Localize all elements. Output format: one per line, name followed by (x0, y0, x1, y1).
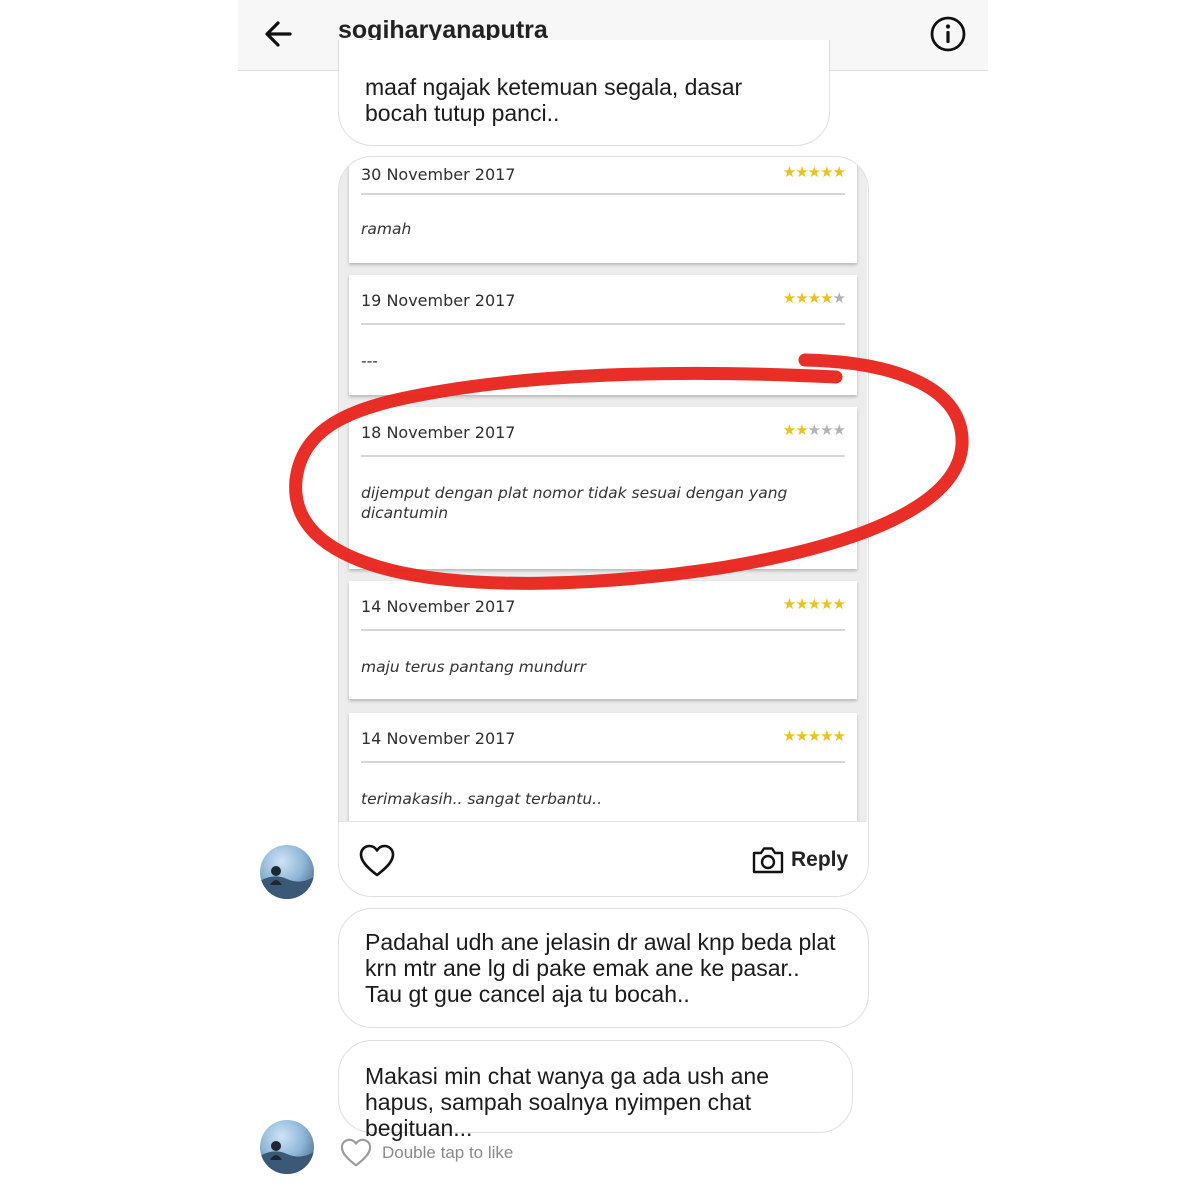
shared-screenshot-message[interactable]: 30 November 2017 ★★★★★ ramah 19 November 20… (338, 156, 869, 897)
star-filled-icon: ★ (782, 289, 796, 307)
star-filled-icon: ★ (820, 289, 833, 307)
review-card: 14 November 2017 ★★★★★ maju terus pantang … (349, 581, 857, 699)
review-date: 19 November 2017 (361, 291, 516, 310)
shared-message-footer: Reply (339, 821, 867, 896)
message-text: maaf ngajak ketemuan segala, dasar bocah… (365, 74, 743, 126)
message-bubble-cutoff[interactable]: maaf ngajak ketemuan segala, dasar bocah… (338, 40, 830, 146)
star-filled-icon: ★ (820, 595, 833, 613)
review-date: 14 November 2017 (361, 597, 516, 616)
star-filled-icon: ★ (795, 727, 808, 745)
direct-message-screen: sogiharyanaputra maaf ngajak ketemuan se… (238, 0, 988, 1200)
review-screenshot: 30 November 2017 ★★★★★ ramah 19 November 20… (339, 157, 867, 821)
star-empty-icon: ★ (832, 421, 846, 439)
reply-button[interactable]: Reply (751, 842, 848, 878)
star-filled-icon: ★ (820, 727, 833, 745)
heart-outline-icon (359, 844, 395, 877)
message-bubble[interactable]: Padahal udh ane jelasin dr awal knp beda… (338, 908, 869, 1028)
review-divider (361, 455, 845, 457)
star-filled-icon: ★ (832, 595, 846, 613)
info-button[interactable] (928, 14, 968, 54)
review-text: ramah (361, 220, 412, 238)
avatar[interactable] (260, 1120, 314, 1174)
star-filled-icon: ★ (832, 163, 846, 181)
avatar[interactable] (260, 845, 314, 899)
avatar-photo (260, 1141, 314, 1174)
star-filled-icon: ★ (807, 163, 821, 181)
star-filled-icon: ★ (795, 421, 808, 439)
star-filled-icon: ★ (782, 163, 796, 181)
star-filled-icon: ★ (832, 727, 846, 745)
review-date: 18 November 2017 (361, 423, 516, 442)
review-text: maju terus pantang mundurr (361, 658, 586, 676)
heart-outline-icon (340, 1138, 372, 1167)
review-card: 18 November 2017 ★★★★★ dijemput dengan pla… (349, 407, 857, 569)
camera-icon (752, 847, 784, 874)
review-divider (361, 193, 845, 195)
review-divider (361, 761, 845, 763)
star-filled-icon: ★ (807, 595, 821, 613)
reply-label: Reply (791, 848, 849, 871)
review-text: terimakasih.. sangat terbantu.. (361, 790, 602, 808)
review-date: 14 November 2017 (361, 729, 516, 748)
avatar-photo (260, 866, 314, 899)
review-card: 30 November 2017 ★★★★★ ramah (349, 157, 857, 263)
star-filled-icon: ★ (820, 163, 833, 181)
message-text: Padahal udh ane jelasin dr awal knp beda… (365, 929, 836, 1007)
star-filled-icon: ★ (807, 289, 821, 307)
star-rating: ★★★★★ (782, 595, 846, 613)
back-button[interactable] (260, 14, 300, 54)
star-empty-icon: ★ (820, 421, 833, 439)
star-empty-icon: ★ (807, 421, 821, 439)
review-date: 30 November 2017 (361, 165, 516, 184)
message-bubble[interactable]: Makasi min chat wanya ga ada ush ane hap… (338, 1040, 853, 1141)
star-rating: ★★★★★ (782, 421, 846, 439)
star-rating: ★★★★★ (782, 163, 846, 181)
message-text: Makasi min chat wanya ga ada ush ane hap… (365, 1063, 770, 1141)
arrow-left-icon (265, 21, 292, 47)
star-filled-icon: ★ (795, 289, 808, 307)
like-button[interactable] (359, 844, 395, 878)
star-empty-icon: ★ (832, 289, 846, 307)
info-circle-icon (930, 16, 966, 52)
star-filled-icon: ★ (782, 727, 796, 745)
review-card: 14 November 2017 ★★★★★ terimakasih.. sanga… (349, 713, 857, 821)
review-divider (361, 323, 845, 325)
review-text: --- (361, 352, 378, 370)
star-filled-icon: ★ (807, 727, 821, 745)
star-filled-icon: ★ (782, 421, 796, 439)
review-card: 19 November 2017 ★★★★★ --- (349, 275, 857, 395)
star-rating: ★★★★★ (782, 289, 846, 307)
double-tap-label: Double tap to like (382, 1143, 514, 1162)
double-tap-to-like[interactable]: Double tap to like (340, 1138, 513, 1168)
star-filled-icon: ★ (795, 595, 808, 613)
review-text: dijemput dengan plat nomor tidak sesuai … (361, 484, 788, 522)
review-divider (361, 629, 845, 631)
star-filled-icon: ★ (782, 595, 796, 613)
star-rating: ★★★★★ (782, 727, 846, 745)
star-filled-icon: ★ (795, 163, 808, 181)
